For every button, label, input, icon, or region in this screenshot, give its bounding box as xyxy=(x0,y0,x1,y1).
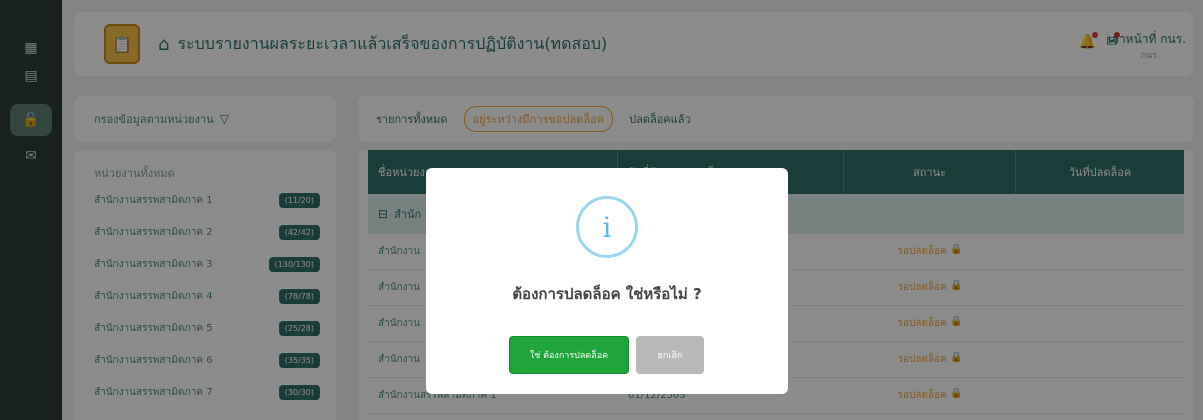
dialog-question: ต้องการปลดล็อค ใช่หรือไม่ ? xyxy=(512,285,702,303)
confirm-unlock-button[interactable]: ใช่ ต้องการปลดล็อค xyxy=(509,336,629,374)
cancel-button[interactable]: ยกเลิก xyxy=(636,336,704,374)
unlock-confirm-dialog: i ต้องการปลดล็อค ใช่หรือไม่ ? ใช่ ต้องกา… xyxy=(426,168,788,394)
info-icon: i xyxy=(576,196,638,258)
